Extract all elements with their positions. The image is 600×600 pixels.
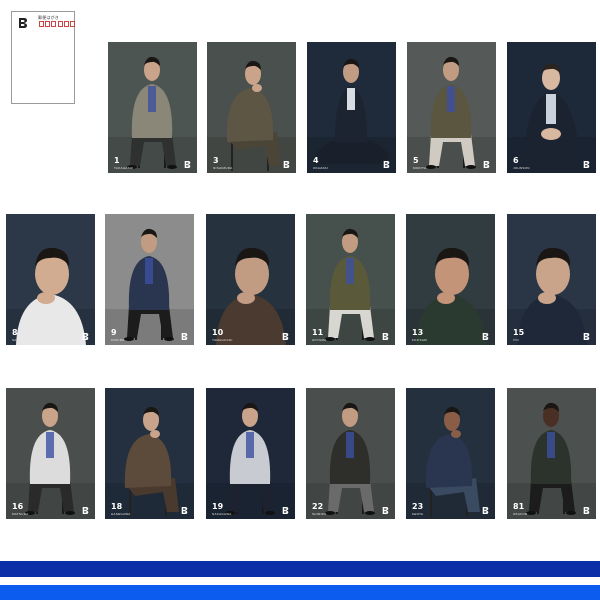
zip-box bbox=[45, 21, 50, 27]
photo-card: 22 SHIMIZU bbox=[306, 388, 395, 519]
portrait-photo bbox=[406, 247, 495, 345]
brand-logo-icon bbox=[382, 333, 389, 340]
card-number: 3 bbox=[213, 156, 219, 165]
photo-card: 8 SAKAMOTO bbox=[6, 214, 95, 345]
photo-card: 4 OKAZAKI bbox=[307, 42, 396, 173]
brand-logo-icon bbox=[482, 507, 489, 514]
photo-card: 1 TAKAHASHI bbox=[108, 42, 197, 173]
portrait-photo bbox=[6, 402, 95, 519]
portrait-photo bbox=[206, 402, 295, 519]
card-number: 18 bbox=[111, 502, 123, 511]
card-number: 9 bbox=[111, 328, 117, 337]
card-name: MORITA bbox=[413, 166, 427, 170]
card-number: 1 bbox=[114, 156, 120, 165]
postcard-template: 郵便はがき bbox=[11, 11, 75, 104]
card-name: NISHIMURA bbox=[213, 166, 233, 170]
card-number: 10 bbox=[212, 328, 224, 337]
portrait-photo bbox=[406, 406, 495, 519]
card-number: 8 bbox=[12, 328, 18, 337]
photo-card: 9 KIMURA bbox=[105, 214, 194, 345]
portrait-photo bbox=[306, 228, 395, 345]
photo-card: 18 HASEGAWA bbox=[105, 388, 194, 519]
brand-logo-icon bbox=[583, 507, 590, 514]
photo-card: 19 NAKAGAWA bbox=[206, 388, 295, 519]
card-number: 22 bbox=[312, 502, 324, 511]
portrait-photo bbox=[105, 406, 194, 519]
zip-box bbox=[64, 21, 69, 27]
brand-logo-icon bbox=[82, 507, 89, 514]
portrait-photo bbox=[307, 58, 396, 173]
card-name: SHIMIZU bbox=[312, 512, 327, 516]
portrait-photo bbox=[507, 63, 596, 173]
zip-box bbox=[51, 21, 56, 27]
card-name: SAKAMOTO bbox=[12, 338, 32, 342]
photo-card: 13 FUJISAKI bbox=[406, 214, 495, 345]
card-number: 4 bbox=[313, 156, 319, 165]
card-name: NAKAGAWA bbox=[212, 512, 232, 516]
card-name: JOHNSON bbox=[513, 166, 530, 170]
card-name: KIMURA bbox=[111, 338, 125, 342]
card-name: AOYAMA bbox=[312, 338, 327, 342]
brand-logo-icon bbox=[282, 333, 289, 340]
portrait-photo bbox=[206, 247, 295, 345]
brand-logo-icon bbox=[382, 507, 389, 514]
portrait-photo bbox=[207, 60, 296, 173]
brand-logo-icon bbox=[482, 333, 489, 340]
card-name: MATSUDA bbox=[12, 512, 29, 516]
photo-card: 5 MORITA bbox=[407, 42, 496, 173]
card-name: KENTA bbox=[412, 512, 424, 516]
card-number: 6 bbox=[513, 156, 519, 165]
brand-logo-icon bbox=[283, 161, 290, 168]
brand-logo-icon bbox=[181, 507, 188, 514]
brand-logo-icon bbox=[181, 333, 188, 340]
card-number: 5 bbox=[413, 156, 419, 165]
portrait-photo bbox=[105, 228, 194, 345]
zip-box bbox=[70, 21, 75, 27]
card-name: YAMAGUCHI bbox=[212, 338, 233, 342]
brand-logo-icon bbox=[282, 507, 289, 514]
card-name: TAKAHASHI bbox=[114, 166, 134, 170]
photo-card: 3 NISHIMURA bbox=[207, 42, 296, 173]
portrait-photo bbox=[407, 56, 496, 173]
portrait-photo bbox=[507, 402, 596, 519]
card-number: 11 bbox=[312, 328, 324, 337]
card-number: 23 bbox=[412, 502, 424, 511]
card-name: OKAFOR bbox=[513, 512, 528, 516]
brand-logo-icon bbox=[184, 161, 191, 168]
brand-stripe-top bbox=[0, 561, 600, 577]
card-name: OKAZAKI bbox=[313, 166, 329, 170]
brand-logo-icon bbox=[383, 161, 390, 168]
brand-logo-icon bbox=[82, 333, 89, 340]
portrait-photo bbox=[507, 247, 596, 345]
brand-logo-icon bbox=[583, 333, 590, 340]
brand-stripe-bottom bbox=[0, 585, 600, 600]
photo-card: 11 AOYAMA bbox=[306, 214, 395, 345]
portrait-photo bbox=[306, 402, 395, 519]
brand-logo-icon bbox=[19, 18, 27, 28]
photo-card: 81 OKAFOR bbox=[507, 388, 596, 519]
card-number: 16 bbox=[12, 502, 24, 511]
photo-card: 10 YAMAGUCHI bbox=[206, 214, 295, 345]
zip-box bbox=[39, 21, 44, 27]
card-number: 81 bbox=[513, 502, 525, 511]
photo-card: 16 MATSUDA bbox=[6, 388, 95, 519]
photo-card: 15 ITO bbox=[507, 214, 596, 345]
card-number: 15 bbox=[513, 328, 525, 337]
portrait-photo bbox=[6, 247, 95, 345]
zip-box bbox=[58, 21, 63, 27]
brand-logo-icon bbox=[483, 161, 490, 168]
card-number: 19 bbox=[212, 502, 224, 511]
brand-logo-icon bbox=[583, 161, 590, 168]
card-name: HASEGAWA bbox=[111, 512, 131, 516]
card-name: FUJISAKI bbox=[412, 338, 428, 342]
card-number: 13 bbox=[412, 328, 424, 337]
photo-card: 6 JOHNSON bbox=[507, 42, 596, 173]
photo-card: 23 KENTA bbox=[406, 388, 495, 519]
portrait-photo bbox=[108, 56, 197, 173]
card-name: ITO bbox=[513, 338, 519, 342]
